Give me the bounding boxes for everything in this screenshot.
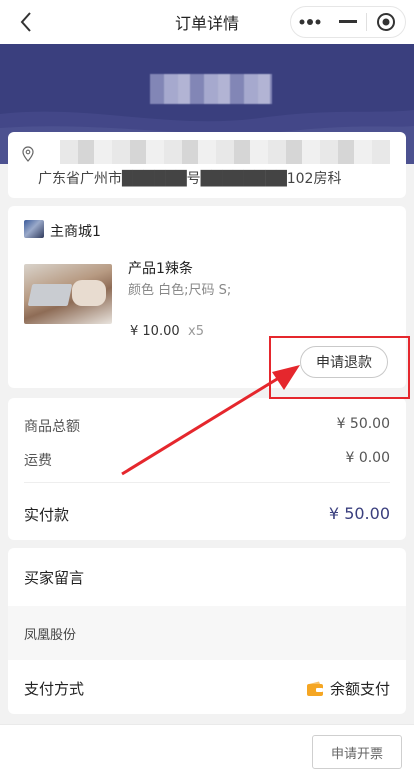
payment-method-value: 余额支付 [306,678,390,699]
minimize-button[interactable] [329,7,367,37]
payment-method-text: 余额支付 [329,680,390,698]
goods-total-label: 商品总额 [24,419,80,435]
target-close-icon [377,13,396,31]
buyer-message-text: 凤凰股份 [24,628,77,643]
bottom-action-bar: 申请开票 [0,724,414,780]
wallet-icon [306,681,323,696]
shipping-value: ¥ 0.00 [345,450,390,466]
buyer-message-label: 买家留言 [24,569,85,587]
shipping-label: 运费 [24,453,52,469]
location-pin-icon [22,146,34,166]
status-text-redacted [150,74,272,104]
contact-redacted [60,140,390,164]
more-dots-icon [299,19,321,25]
paid-label: 实付款 [24,506,70,524]
invoice-button[interactable]: 申请开票 [312,735,402,769]
address-line: 广东省广州市██████号████████102房科 [38,171,342,187]
back-button[interactable] [14,10,38,34]
order-info-card: 买家留言 凤凰股份 支付方式 余额支付 [8,548,406,714]
product-price: ¥ 10.00 [130,324,180,339]
more-button[interactable] [291,7,329,37]
goods-total-value: ¥ 50.00 [336,416,390,432]
price-summary-card: 商品总额 ¥ 50.00 运费 ¥ 0.00 实付款 ¥ 50.00 [8,398,406,540]
paid-value: ¥ 50.00 [328,504,390,523]
product-spec: 颜色 白色;尺码 S; [128,283,232,298]
product-image[interactable] [24,264,112,324]
nav-bar: 订单详情 [0,0,414,44]
product-quantity: x5 [188,324,204,339]
minimize-icon [338,20,357,23]
shop-name: 主商城1 [50,224,101,240]
paid-row: 实付款 ¥ 50.00 [24,504,390,525]
goods-total-row: 商品总额 ¥ 50.00 [24,416,390,436]
product-name: 产品1辣条 [128,261,193,277]
close-program-button[interactable] [367,7,405,37]
summary-divider [24,482,390,483]
shop-logo [24,220,44,238]
refund-button[interactable]: 申请退款 [300,346,388,378]
payment-method-label: 支付方式 [24,680,85,698]
shipping-row: 运费 ¥ 0.00 [24,450,390,470]
page-title: 订单详情 [174,14,239,33]
mini-program-capsule [290,6,406,38]
chevron-left-icon [20,12,31,32]
product-card: 主商城1 产品1辣条 颜色 白色;尺码 S; ¥ 10.00 x5 申请退款 [8,206,406,388]
